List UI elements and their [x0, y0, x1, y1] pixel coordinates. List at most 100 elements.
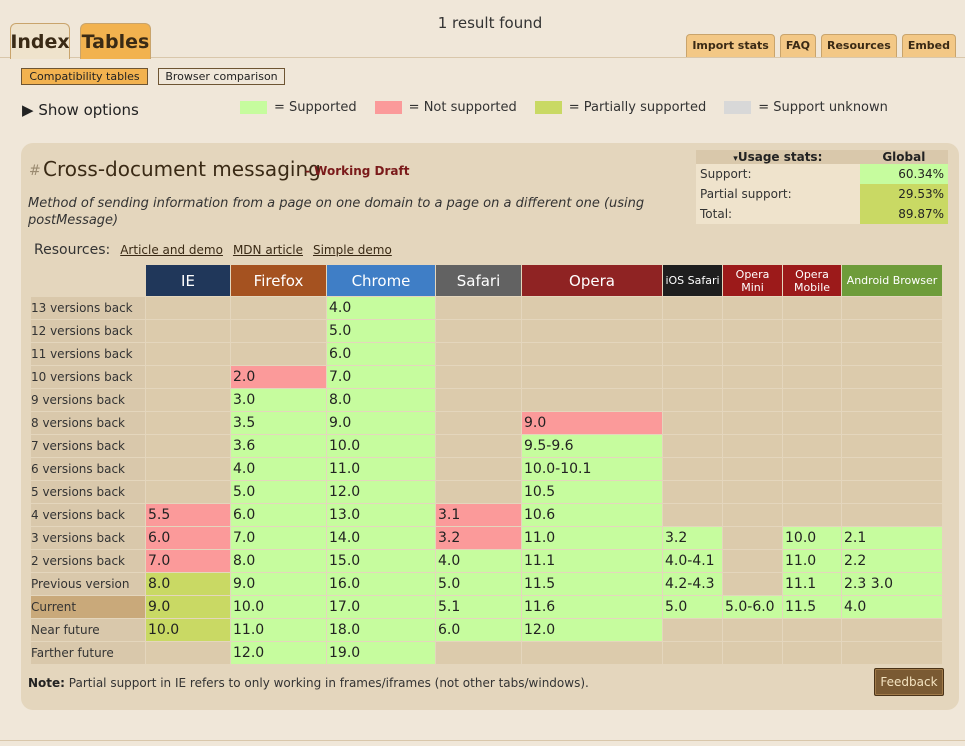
support-cell[interactable]: 3.2: [663, 527, 722, 549]
support-cell: [842, 412, 942, 434]
support-cell[interactable]: 8.0: [146, 573, 230, 595]
support-cell[interactable]: 9.0: [522, 412, 662, 434]
support-cell[interactable]: 4.0: [327, 297, 435, 319]
support-cell[interactable]: 4.0-4.1: [663, 550, 722, 572]
support-cell[interactable]: 3.2: [436, 527, 521, 549]
support-cell: [522, 320, 662, 342]
anchor-hash-link[interactable]: #: [29, 163, 41, 179]
show-options-toggle[interactable]: ▶ Show options: [22, 101, 139, 119]
support-cell[interactable]: 17.0: [327, 596, 435, 618]
support-cell[interactable]: 11.6: [522, 596, 662, 618]
support-cell[interactable]: 11.0: [231, 619, 326, 641]
support-cell[interactable]: 7.0: [146, 550, 230, 572]
support-cell[interactable]: 6.0: [327, 343, 435, 365]
support-cell[interactable]: 16.0: [327, 573, 435, 595]
support-cell[interactable]: 12.0: [327, 481, 435, 503]
support-cell: [231, 297, 326, 319]
support-cell[interactable]: 6.0: [436, 619, 521, 641]
support-cell[interactable]: 5.0: [327, 320, 435, 342]
support-cell[interactable]: 18.0: [327, 619, 435, 641]
support-cell[interactable]: 4.0: [842, 596, 942, 618]
browser-comparison-button[interactable]: Browser comparison: [158, 68, 285, 85]
resources-link[interactable]: Resources: [820, 34, 897, 57]
support-cell[interactable]: 11.1: [522, 550, 662, 572]
support-cell[interactable]: 5.0: [436, 573, 521, 595]
page-footer-line: [0, 740, 965, 741]
support-cell[interactable]: 11.5: [783, 596, 841, 618]
support-cell[interactable]: 9.5-9.6: [522, 435, 662, 457]
resource-link[interactable]: MDN article: [233, 243, 303, 257]
support-cell[interactable]: 5.5: [146, 504, 230, 526]
legend-not-supported: = Not supported: [374, 100, 517, 115]
support-cell[interactable]: 10.0: [327, 435, 435, 457]
resources-label: Resources:: [34, 242, 111, 258]
support-cell[interactable]: 8.0: [327, 389, 435, 411]
support-cell[interactable]: 9.0: [327, 412, 435, 434]
support-cell[interactable]: 9.0: [146, 596, 230, 618]
support-cell[interactable]: 2.3 3.0: [842, 573, 942, 595]
support-cell[interactable]: 9.0: [231, 573, 326, 595]
support-cell[interactable]: 6.0: [231, 504, 326, 526]
support-cell: [436, 297, 521, 319]
support-cell[interactable]: 14.0: [327, 527, 435, 549]
support-cell[interactable]: 2.2: [842, 550, 942, 572]
support-cell[interactable]: 10.5: [522, 481, 662, 503]
legend-swatch: [534, 101, 562, 114]
support-cell[interactable]: 5.0-6.0: [723, 596, 782, 618]
support-cell[interactable]: 19.0: [327, 642, 435, 664]
support-cell: [723, 619, 782, 641]
legend-swatch: [374, 101, 402, 114]
faq-link[interactable]: FAQ: [779, 34, 816, 57]
usage-header[interactable]: ▾Usage stats:: [696, 150, 860, 164]
support-cell[interactable]: 5.0: [231, 481, 326, 503]
feedback-button[interactable]: Feedback: [874, 668, 944, 696]
support-cell[interactable]: 15.0: [327, 550, 435, 572]
support-cell: [723, 389, 782, 411]
support-cell[interactable]: 5.0: [663, 596, 722, 618]
support-cell[interactable]: 3.0: [231, 389, 326, 411]
support-cell[interactable]: 12.0: [231, 642, 326, 664]
resource-link[interactable]: Article and demo: [120, 243, 223, 257]
support-cell[interactable]: 4.0: [231, 458, 326, 480]
support-cell[interactable]: 5.1: [436, 596, 521, 618]
support-cell[interactable]: 10.0: [146, 619, 230, 641]
support-cell[interactable]: 3.5: [231, 412, 326, 434]
support-cell[interactable]: 10.6: [522, 504, 662, 526]
support-cell: [146, 320, 230, 342]
support-cell[interactable]: 2.0: [231, 366, 326, 388]
support-cell: [663, 481, 722, 503]
support-cell[interactable]: 7.0: [327, 366, 435, 388]
support-cell[interactable]: 11.0: [783, 550, 841, 572]
support-cell[interactable]: 10.0-10.1: [522, 458, 662, 480]
import-stats-link[interactable]: Import stats: [686, 34, 775, 57]
support-cell[interactable]: 4.0: [436, 550, 521, 572]
table-row: Farther future 12.0 19.0: [31, 642, 942, 664]
support-cell[interactable]: 6.0: [146, 527, 230, 549]
support-cell[interactable]: 4.2-4.3: [663, 573, 722, 595]
support-cell[interactable]: 11.1: [783, 573, 841, 595]
support-cell[interactable]: 10.0: [783, 527, 841, 549]
support-cell[interactable]: 13.0: [327, 504, 435, 526]
support-cell: [842, 343, 942, 365]
support-cell: [783, 343, 841, 365]
row-label: 11 versions back: [31, 343, 145, 365]
support-cell[interactable]: 11.0: [327, 458, 435, 480]
compat-tables-button[interactable]: Compatibility tables: [21, 68, 148, 85]
resource-link[interactable]: Simple demo: [313, 243, 392, 257]
embed-link[interactable]: Embed: [901, 34, 956, 57]
support-cell: [783, 435, 841, 457]
support-cell[interactable]: 3.6: [231, 435, 326, 457]
support-cell[interactable]: 2.1: [842, 527, 942, 549]
legend-swatch: [724, 101, 752, 114]
support-cell: [146, 412, 230, 434]
support-cell: [723, 297, 782, 319]
support-cell[interactable]: 12.0: [522, 619, 662, 641]
support-cell[interactable]: 11.5: [522, 573, 662, 595]
support-cell[interactable]: 8.0: [231, 550, 326, 572]
support-cell: [663, 504, 722, 526]
support-cell[interactable]: 7.0: [231, 527, 326, 549]
support-cell: [723, 504, 782, 526]
support-cell[interactable]: 10.0: [231, 596, 326, 618]
support-cell[interactable]: 11.0: [522, 527, 662, 549]
support-cell[interactable]: 3.1: [436, 504, 521, 526]
